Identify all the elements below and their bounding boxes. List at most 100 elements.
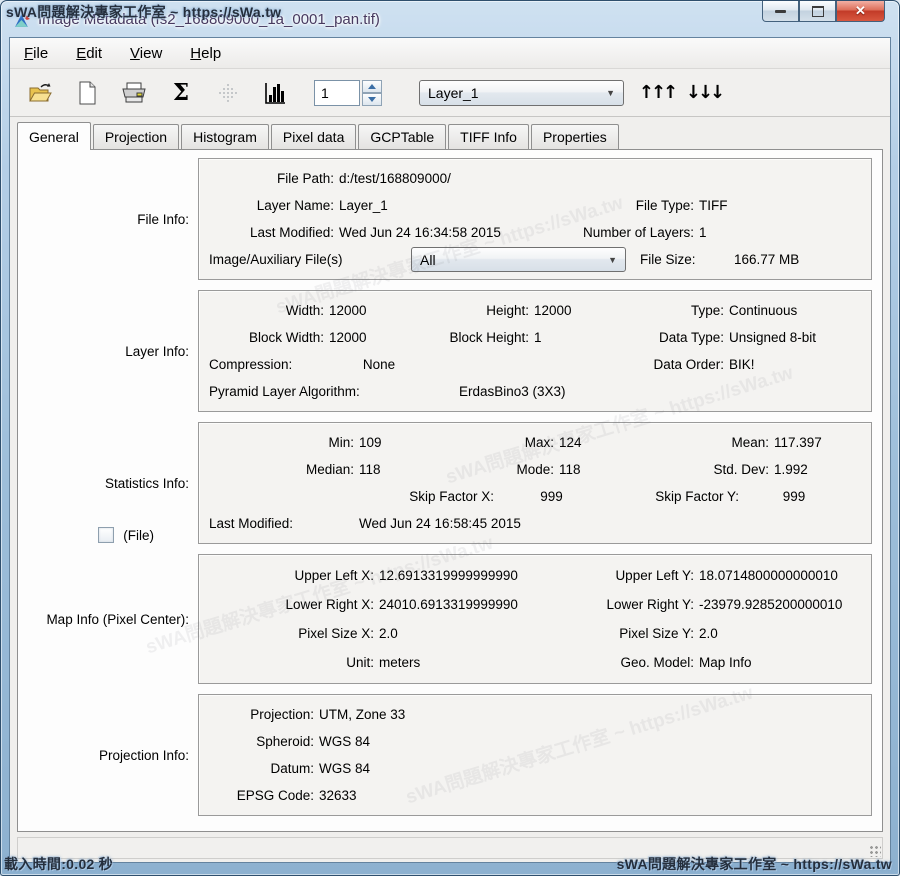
file-path-label: File Path: <box>209 171 339 186</box>
epsg-code-value: 32633 <box>319 788 357 803</box>
menu-view[interactable]: View <box>130 45 162 62</box>
tab-tiff-info[interactable]: TIFF Info <box>448 124 529 149</box>
arrows-up-icon: ↑↑↑ <box>639 84 675 102</box>
type-value: Continuous <box>729 303 797 318</box>
projection-value: UTM, Zone 33 <box>319 707 405 722</box>
block-height-label: Block Height: <box>429 330 534 345</box>
geo-model-label: Geo. Model: <box>579 655 699 670</box>
mean-value: 117.397 <box>774 435 822 450</box>
upper-left-y-label: Upper Left Y: <box>579 568 699 583</box>
tab-strip: General Projection Histogram Pixel data … <box>10 121 890 149</box>
block-width-label: Block Width: <box>209 330 329 345</box>
close-icon: ✕ <box>855 3 866 19</box>
number-of-layers-label: Number of Layers: <box>549 225 699 240</box>
upper-left-x-value: 12.6913319999999990 <box>379 568 579 583</box>
tab-histogram[interactable]: Histogram <box>181 124 269 149</box>
dialog-client-area: File Edit View Help <box>9 37 891 863</box>
menu-file[interactable]: File <box>24 45 48 62</box>
file-checkbox-row: (File) <box>98 527 154 543</box>
maximize-button[interactable] <box>799 1 836 22</box>
toolbar: Σ 1 La <box>10 69 890 117</box>
bands-descending-button[interactable]: ↓↓↓ <box>690 79 718 107</box>
upper-left-y-value: 18.0714800000000010 <box>699 568 838 583</box>
lower-right-y-label: Lower Right Y: <box>579 597 699 612</box>
file-info-label: File Info: <box>137 212 189 227</box>
stats-last-modified-label: Last Modified: <box>209 516 339 531</box>
spheroid-value: WGS 84 <box>319 734 370 749</box>
compression-label: Compression: <box>209 357 329 372</box>
load-time-watermark: 載入時間:0.02 秒 <box>4 854 113 874</box>
band-spinner: 1 <box>314 80 382 106</box>
skip-factor-y-label: Skip Factor Y: <box>604 489 744 504</box>
data-type-value: Unsigned 8-bit <box>729 330 816 345</box>
file-checkbox[interactable] <box>98 527 114 543</box>
projection-info-group: Projection: UTM, Zone 33 Spheroid: WGS 8… <box>198 694 872 816</box>
histogram-button[interactable] <box>261 79 289 107</box>
datum-label: Datum: <box>209 761 319 776</box>
unit-label: Unit: <box>209 655 379 670</box>
general-tab-page: sWA問題解決專家工作室 ~ https://sWa.tw sWA問題解決專家工… <box>17 149 883 832</box>
open-file-button[interactable] <box>26 79 54 107</box>
epsg-code-label: EPSG Code: <box>209 788 319 803</box>
pyramid-algorithm-value: ErdasBino3 (3X3) <box>384 384 566 399</box>
max-label: Max: <box>459 435 559 450</box>
pyramid-dots-icon <box>218 83 238 103</box>
statistics-button[interactable]: Σ <box>167 79 195 107</box>
map-info-group: Upper Left X: 12.6913319999999990 Upper … <box>198 554 872 684</box>
menu-help[interactable]: Help <box>190 45 221 62</box>
image-metadata-window: Image Metadata (fs2_168809000_1a_0001_pa… <box>0 0 900 876</box>
projection-info-section: Projection Info: Projection: UTM, Zone 3… <box>20 694 872 816</box>
tab-properties[interactable]: Properties <box>531 124 619 149</box>
pixel-size-y-label: Pixel Size Y: <box>579 626 699 641</box>
projection-label: Projection: <box>209 707 319 722</box>
tab-pixel-data[interactable]: Pixel data <box>271 124 356 149</box>
watermark-bottom-right: sWA問題解決專家工作室 ~ https://sWa.tw <box>617 854 892 874</box>
minimize-icon <box>775 10 786 13</box>
pixel-size-y-value: 2.0 <box>699 626 718 641</box>
file-type-label: File Type: <box>549 198 699 213</box>
bands-ascending-button[interactable]: ↑↑↑ <box>643 79 671 107</box>
file-info-group: File Path: d:/test/168809000/ Layer Name… <box>198 158 872 280</box>
pyramid-layers-button[interactable] <box>214 79 242 107</box>
map-info-section: Map Info (Pixel Center): Upper Left X: 1… <box>20 554 872 684</box>
aux-files-value: All <box>420 252 436 268</box>
compression-value: None <box>329 357 429 372</box>
spinner-up-button[interactable] <box>362 80 382 93</box>
pyramid-algorithm-label: Pyramid Layer Algorithm: <box>209 384 384 399</box>
file-path-value: d:/test/168809000/ <box>339 171 451 186</box>
block-height-value: 1 <box>534 330 639 345</box>
statistics-info-section: Statistics Info: (File) Min: 109 Max: 12… <box>20 422 872 544</box>
chevron-down-icon: ▼ <box>596 88 615 98</box>
median-value: 118 <box>359 462 459 477</box>
lower-right-x-label: Lower Right X: <box>209 597 379 612</box>
projection-info-label: Projection Info: <box>99 748 189 763</box>
minimize-button[interactable] <box>762 1 799 22</box>
mean-label: Mean: <box>654 435 774 450</box>
maximize-icon <box>812 6 824 17</box>
height-value: 12000 <box>534 303 639 318</box>
file-checkbox-label: (File) <box>123 528 154 543</box>
statistics-info-label: Statistics Info: <box>105 476 189 491</box>
datum-value: WGS 84 <box>319 761 370 776</box>
menu-edit[interactable]: Edit <box>76 45 102 62</box>
band-spinner-value[interactable]: 1 <box>314 80 360 106</box>
aux-files-select[interactable]: All ▼ <box>411 247 626 272</box>
std-dev-label: Std. Dev: <box>654 462 774 477</box>
tab-gcptable[interactable]: GCPTable <box>358 124 446 149</box>
median-label: Median: <box>209 462 359 477</box>
tab-general[interactable]: General <box>17 122 91 150</box>
mode-label: Mode: <box>459 462 559 477</box>
spinner-down-button[interactable] <box>362 93 382 106</box>
print-button[interactable] <box>120 79 148 107</box>
down-triangle-icon <box>368 97 376 102</box>
close-button[interactable]: ✕ <box>836 1 885 22</box>
new-document-button[interactable] <box>73 79 101 107</box>
pixel-size-x-label: Pixel Size X: <box>209 626 379 641</box>
layer-select[interactable]: Layer_1 ▼ <box>419 80 624 106</box>
block-width-value: 12000 <box>329 330 429 345</box>
tab-projection[interactable]: Projection <box>93 124 179 149</box>
lower-right-y-value: -23979.9285200000010 <box>699 597 842 612</box>
unit-value: meters <box>379 655 579 670</box>
pixel-size-x-value: 2.0 <box>379 626 579 641</box>
layer-name-value: Layer_1 <box>339 198 549 213</box>
